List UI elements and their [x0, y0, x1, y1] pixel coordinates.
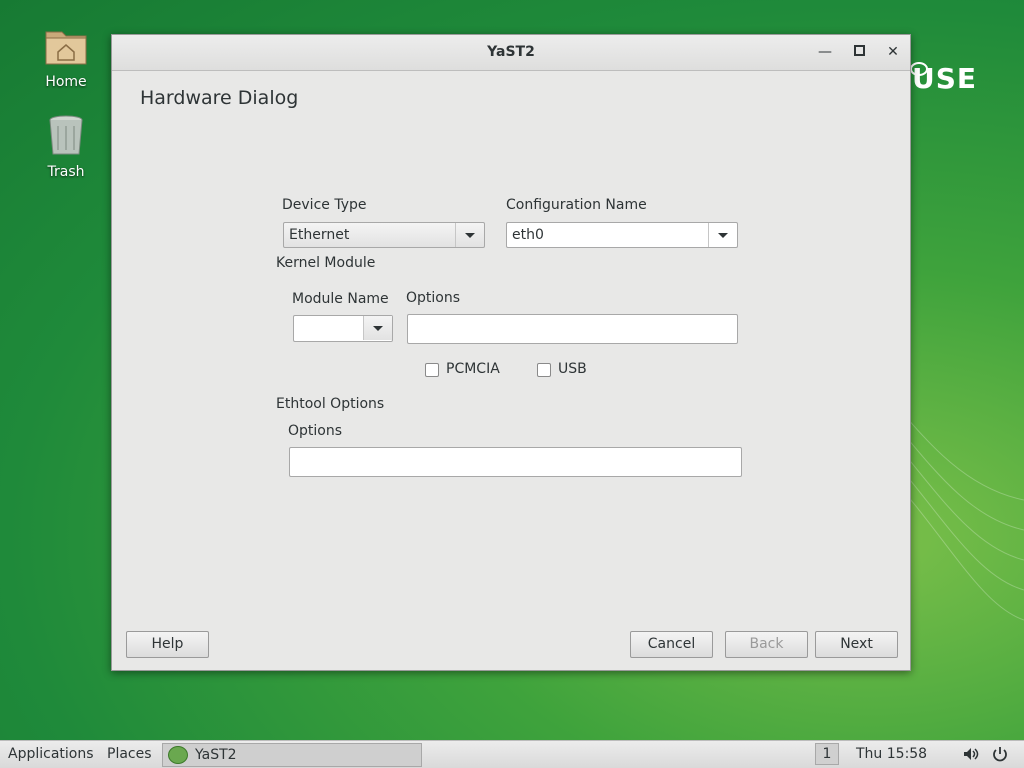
pcmcia-label[interactable]: PCMCIA: [446, 361, 500, 377]
device-type-value: Ethernet: [289, 227, 350, 243]
window-title: YaST2: [487, 44, 535, 60]
kernel-options-input[interactable]: [407, 314, 738, 344]
chevron-down-icon[interactable]: [363, 316, 392, 340]
minimize-icon[interactable]: —: [816, 43, 834, 61]
yast-app-icon: [168, 746, 188, 764]
device-type-label: Device Type: [282, 197, 367, 213]
chevron-down-icon[interactable]: [708, 223, 737, 247]
usb-checkbox[interactable]: [537, 363, 551, 377]
taskbar-window-title: YaST2: [195, 747, 237, 763]
window-titlebar[interactable]: YaST2 — ✕: [112, 35, 910, 71]
cancel-button[interactable]: Cancel: [630, 631, 713, 658]
volume-icon[interactable]: [962, 745, 980, 767]
yast-window: YaST2 — ✕ Hardware Dialog Device Type Et…: [111, 34, 911, 671]
ethtool-options-heading: Ethtool Options: [276, 396, 385, 412]
help-button[interactable]: Help: [126, 631, 209, 658]
module-name-combo[interactable]: [293, 315, 393, 342]
kernel-options-label: Options: [406, 290, 461, 306]
bottom-panel: Applications Places YaST2 1 Thu 15:58: [0, 740, 1024, 768]
configuration-name-value: eth0: [512, 227, 544, 243]
close-icon[interactable]: ✕: [884, 43, 902, 61]
configuration-name-label: Configuration Name: [506, 197, 647, 213]
chevron-down-icon: [455, 223, 484, 247]
usb-label[interactable]: USB: [558, 361, 587, 377]
dialog-title: Hardware Dialog: [140, 87, 299, 109]
workspace-switcher[interactable]: 1: [815, 743, 839, 765]
configuration-name-combo[interactable]: eth0: [506, 222, 738, 248]
trash-bin-icon: [42, 112, 90, 160]
suse-brand-text: USE: [912, 62, 978, 95]
places-menu[interactable]: Places: [107, 746, 152, 762]
desktop-trash-icon[interactable]: Trash: [30, 112, 102, 180]
next-button[interactable]: Next: [815, 631, 898, 658]
pcmcia-checkbox[interactable]: [425, 363, 439, 377]
desktop-icon-label: Home: [45, 74, 87, 90]
ethtool-options-input[interactable]: [289, 447, 742, 477]
home-folder-icon: [42, 22, 90, 70]
desktop-icon-label: Trash: [47, 164, 85, 180]
clock[interactable]: Thu 15:58: [856, 746, 927, 762]
applications-menu[interactable]: Applications: [8, 746, 94, 762]
back-button[interactable]: Back: [725, 631, 808, 658]
desktop-home-icon[interactable]: Home: [30, 22, 102, 90]
module-name-label: Module Name: [292, 291, 389, 307]
kernel-module-heading: Kernel Module: [276, 255, 376, 271]
power-icon[interactable]: [991, 745, 1009, 767]
maximize-icon[interactable]: [850, 43, 868, 61]
device-type-select[interactable]: Ethernet: [283, 222, 485, 248]
taskbar-window-yast2[interactable]: YaST2: [162, 743, 422, 767]
ethtool-options-label: Options: [288, 423, 343, 439]
